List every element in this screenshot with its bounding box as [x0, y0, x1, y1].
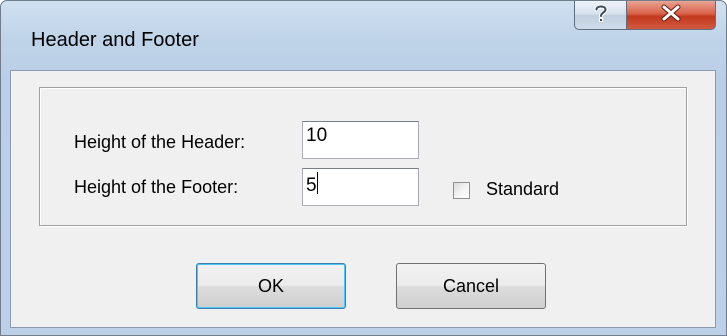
- header-height-value: 10: [306, 125, 328, 146]
- help-button[interactable]: [574, 1, 626, 30]
- cancel-button[interactable]: Cancel: [396, 263, 546, 309]
- close-button[interactable]: [626, 1, 716, 30]
- close-x-icon: [660, 4, 682, 27]
- text-caret: [316, 172, 318, 194]
- settings-group-box: Height of the Header: 10 Height of the F…: [39, 87, 687, 226]
- ok-button[interactable]: OK: [196, 263, 346, 309]
- footer-height-label: Height of the Footer:: [74, 177, 239, 197]
- footer-height-input[interactable]: 5: [302, 168, 419, 206]
- dialog-window: Header and Footer Height of the Header: …: [0, 0, 727, 336]
- caption-buttons: [574, 1, 716, 31]
- header-height-label: Height of the Header:: [74, 132, 246, 152]
- window-title: Header and Footer: [31, 29, 199, 51]
- standard-checkbox-label[interactable]: Standard: [486, 179, 559, 200]
- dialog-client-area: Height of the Header: 10 Height of the F…: [10, 70, 716, 328]
- header-height-input[interactable]: 10: [302, 121, 419, 159]
- title-bar[interactable]: Header and Footer: [1, 1, 726, 71]
- standard-checkbox[interactable]: [453, 182, 470, 199]
- footer-height-value: 5: [306, 175, 317, 196]
- question-mark-icon: [593, 3, 609, 28]
